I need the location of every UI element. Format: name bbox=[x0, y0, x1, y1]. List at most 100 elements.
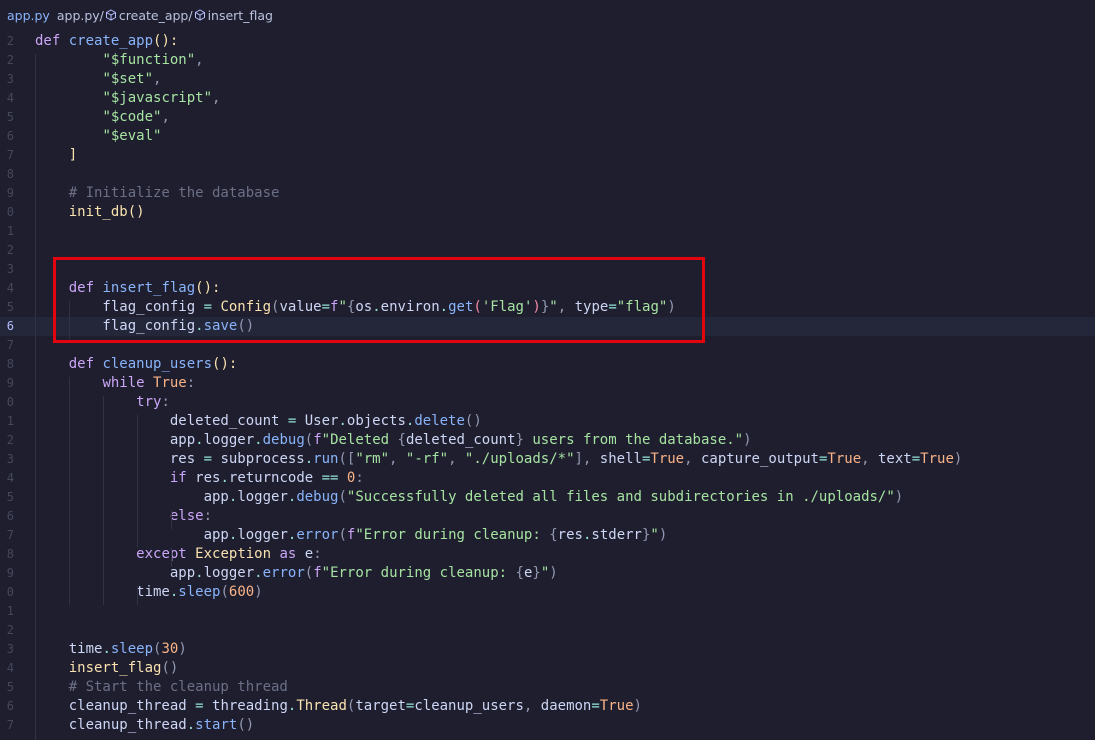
code-line[interactable]: 6 flag_config.save() bbox=[0, 317, 1095, 336]
code-token: True bbox=[153, 375, 187, 391]
code-line[interactable]: 6 "$eval" bbox=[0, 127, 1095, 146]
code-token: if bbox=[169, 470, 196, 486]
code-token: stderr bbox=[591, 527, 642, 543]
code-token: , bbox=[212, 90, 221, 106]
code-token: save bbox=[203, 318, 238, 334]
line-number: 4 bbox=[6, 91, 14, 105]
code-editor[interactable]: 7 cleanup_thread.start() 6 cleanup_thread… bbox=[0, 32, 1095, 740]
code-token: debug bbox=[296, 489, 339, 505]
breadcrumb-file[interactable]: app.py bbox=[7, 8, 50, 23]
code-line[interactable]: 4 if res.returncode == 0: bbox=[0, 469, 1095, 488]
code-token: == bbox=[321, 470, 347, 486]
code-token: type bbox=[574, 299, 609, 315]
code-line[interactable]: 3 time.sleep(30) bbox=[0, 640, 1095, 659]
code-line[interactable]: 3 bbox=[0, 260, 1095, 279]
line-number: 5 bbox=[6, 680, 14, 694]
code-text: else: bbox=[35, 507, 212, 526]
code-line[interactable]: 2 def create_app(): bbox=[0, 32, 1095, 51]
code-line[interactable]: 0 time.sleep(600) bbox=[0, 583, 1095, 602]
code-line[interactable]: 9 app.logger.error(f"Error during cleanu… bbox=[0, 564, 1095, 583]
line-number: 2 bbox=[6, 34, 14, 48]
code-token: ( bbox=[304, 565, 314, 581]
code-text: cleanup_thread.start() bbox=[35, 716, 254, 735]
code-line[interactable]: 8 except Exception as e: bbox=[0, 545, 1095, 564]
code-token: = bbox=[287, 413, 305, 429]
code-line[interactable]: 7 ] bbox=[0, 146, 1095, 165]
code-line[interactable]: 8 def cleanup_users(): bbox=[0, 355, 1095, 374]
code-token: e bbox=[304, 546, 314, 562]
code-line[interactable]: 2 app.logger.debug(f"Deleted {deleted_co… bbox=[0, 431, 1095, 450]
code-line[interactable]: 5 # Start the cleanup thread bbox=[0, 678, 1095, 697]
code-line[interactable]: 3 res = subprocess.run(["rm", "-rf", "./… bbox=[0, 450, 1095, 469]
code-line[interactable]: 9 # Initialize the database bbox=[0, 184, 1095, 203]
code-line[interactable]: 3 "$set", bbox=[0, 70, 1095, 89]
code-text: def create_app(): bbox=[35, 32, 178, 51]
code-token: = bbox=[608, 299, 617, 315]
code-token: users from the database." bbox=[523, 432, 744, 448]
code-line[interactable]: 7 bbox=[0, 336, 1095, 355]
code-token: " bbox=[338, 299, 347, 315]
code-text: def insert_flag(): bbox=[35, 279, 221, 298]
code-token: as bbox=[279, 546, 305, 562]
code-line[interactable]: 0 init_db() bbox=[0, 203, 1095, 222]
code-token: # Start the cleanup thread bbox=[68, 679, 288, 695]
code-line[interactable]: 6 else: bbox=[0, 507, 1095, 526]
code-line[interactable]: 7 app.logger.error(f"Error during cleanu… bbox=[0, 526, 1095, 545]
code-text: "$eval" bbox=[35, 127, 161, 146]
code-line[interactable]: 1 deleted_count = User.objects.delete() bbox=[0, 412, 1095, 431]
code-token: "$function" bbox=[102, 52, 196, 68]
code-token: "-rf" bbox=[405, 451, 449, 467]
code-text: # Start the cleanup thread bbox=[35, 678, 288, 697]
code-line[interactable]: 9 while True: bbox=[0, 374, 1095, 393]
line-number: 1 bbox=[6, 604, 14, 618]
code-line[interactable]: 4 "$javascript", bbox=[0, 89, 1095, 108]
breadcrumb: app.py app.py/ create_app/ insert_flag bbox=[0, 0, 1095, 30]
code-line[interactable]: 4 insert_flag() bbox=[0, 659, 1095, 678]
code-line[interactable]: 5 app.logger.debug("Successfully deleted… bbox=[0, 488, 1095, 507]
code-line[interactable]: 5 "$code", bbox=[0, 108, 1095, 127]
code-token: ) bbox=[178, 641, 187, 657]
line-number: 3 bbox=[6, 642, 14, 656]
code-line[interactable]: 0 try: bbox=[0, 393, 1095, 412]
code-token: objects bbox=[346, 413, 406, 429]
code-token: . bbox=[304, 451, 314, 467]
breadcrumb-segment-module[interactable]: app.py/ bbox=[57, 8, 104, 23]
code-token: "$set" bbox=[102, 71, 154, 87]
code-token: "$javascript" bbox=[102, 90, 213, 106]
code-line[interactable]: 2 bbox=[0, 241, 1095, 260]
code-token: , bbox=[153, 71, 162, 87]
code-token: (): bbox=[212, 356, 238, 372]
code-line[interactable]: 2 bbox=[0, 621, 1095, 640]
code-line[interactable]: 6 cleanup_thread = threading.Thread(targ… bbox=[0, 697, 1095, 716]
code-text: flag_config.save() bbox=[35, 317, 254, 336]
code-text: ] bbox=[35, 146, 77, 165]
code-token: . bbox=[195, 565, 204, 581]
code-token: run bbox=[313, 451, 339, 467]
code-token: ) bbox=[254, 584, 263, 600]
code-token: : bbox=[203, 508, 213, 524]
code-line[interactable]: 8 bbox=[0, 165, 1095, 184]
code-token: . bbox=[195, 432, 204, 448]
code-line[interactable]: 7 cleanup_thread.start() bbox=[0, 716, 1095, 735]
code-text: if res.returncode == 0: bbox=[35, 469, 364, 488]
code-line[interactable]: 1 bbox=[0, 602, 1095, 621]
code-token: def bbox=[68, 356, 103, 372]
line-number: 6 bbox=[6, 129, 14, 143]
line-number: 4 bbox=[6, 281, 14, 295]
code-line[interactable]: 4 def insert_flag(): bbox=[0, 279, 1095, 298]
code-token: = bbox=[321, 299, 331, 315]
code-token: daemon bbox=[540, 698, 592, 714]
indent-guide bbox=[103, 396, 104, 605]
code-line[interactable]: 1 bbox=[0, 222, 1095, 241]
code-token: () bbox=[161, 660, 179, 676]
code-line[interactable]: 2 "$function", bbox=[0, 51, 1095, 70]
breadcrumb-item-create-app[interactable]: create_app/ bbox=[104, 8, 193, 23]
code-token: 600 bbox=[228, 584, 255, 600]
breadcrumb-item-insert-flag[interactable]: insert_flag bbox=[193, 8, 273, 23]
code-line[interactable]: 5 flag_config = Config(value=f"{os.envir… bbox=[0, 298, 1095, 317]
